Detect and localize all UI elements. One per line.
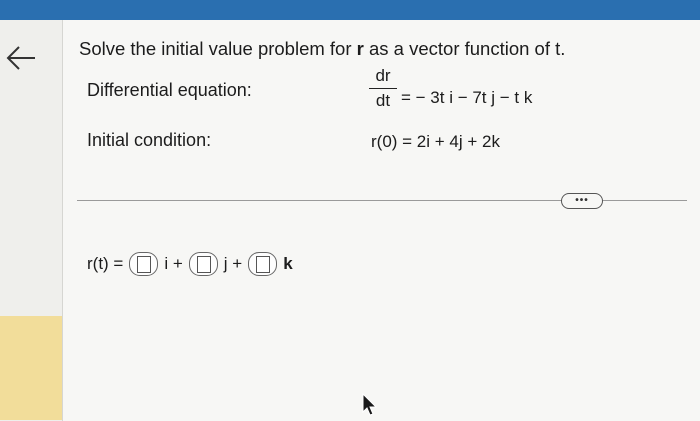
answer-lhs: r(t) = (87, 254, 124, 273)
fraction-numerator: dr (375, 66, 391, 85)
back-arrow-icon[interactable] (2, 40, 38, 76)
unit-j-label: j + (223, 254, 243, 273)
unit-i-label: i + (164, 254, 183, 273)
question-suffix: as a vector function of t. (369, 38, 566, 59)
answer-input-i[interactable] (129, 252, 159, 276)
derivative-fraction: dr dt (369, 66, 397, 111)
differential-equation-rhs: = − 3t i − 7t j − t k (401, 88, 533, 107)
top-bar (0, 0, 700, 20)
initial-condition-value: r(0) = 2i + 4j + 2k (371, 132, 500, 151)
highlight-block (0, 316, 62, 420)
answer-input-k[interactable] (248, 252, 278, 276)
answer-row: r(t) = i + j + k (87, 252, 293, 276)
mouse-cursor-icon (362, 393, 378, 416)
question-text: Solve the initial value problem for r as… (79, 38, 565, 60)
answer-input-j[interactable] (188, 252, 218, 276)
question-prefix: Solve the initial value problem for (79, 38, 352, 59)
left-sidebar (0, 20, 63, 421)
problem-panel: Solve the initial value problem for r as… (63, 20, 700, 421)
question-variable: r (356, 38, 364, 59)
unit-k-label: k (283, 254, 293, 273)
differential-equation-label: Differential equation: (87, 80, 252, 100)
initial-condition-label: Initial condition: (87, 130, 212, 150)
fraction-denominator: dt (375, 91, 391, 110)
more-options-button[interactable]: ••• (561, 193, 603, 209)
